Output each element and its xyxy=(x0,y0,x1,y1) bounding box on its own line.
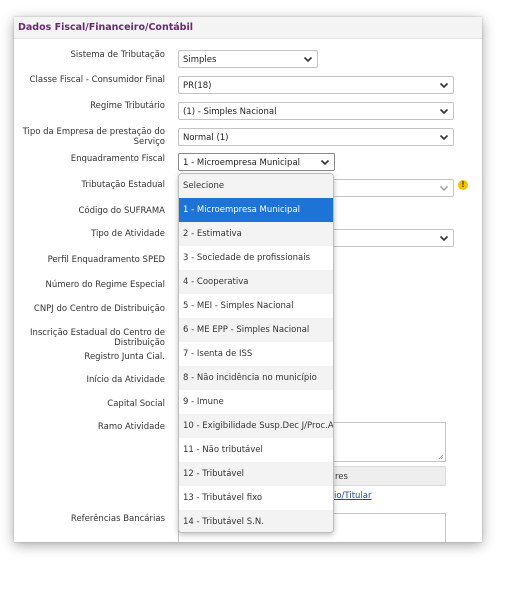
dropdown-option[interactable]: 6 - ME EPP - Simples Nacional xyxy=(179,318,333,342)
label-sistema-tributacao: Sistema de Tributação xyxy=(70,50,165,60)
chevron-down-icon xyxy=(440,186,448,191)
table-header-text: res xyxy=(335,472,348,482)
label-tipo-empresa-line1: Tipo da Empresa de prestação do xyxy=(22,127,165,137)
label-tributacao-estadual: Tributação Estadual xyxy=(81,180,165,190)
regime-tributario-select[interactable]: (1) - Simples Nacional xyxy=(178,102,454,120)
tipo-empresa-value: Normal (1) xyxy=(183,133,229,143)
chevron-down-icon xyxy=(320,159,330,166)
label-cnpj-distribuicao: CNPJ do Centro de Distribuição xyxy=(33,304,165,314)
dropdown-option[interactable]: 7 - Isenta de ISS xyxy=(179,342,333,366)
label-registro-junta: Registro Junta Cial. xyxy=(84,352,165,362)
label-capital-social: Capital Social xyxy=(107,399,165,409)
classe-fiscal-value: PR(18) xyxy=(183,81,212,91)
dropdown-option[interactable]: Selecione xyxy=(179,174,333,198)
dropdown-option[interactable]: 8 - Não incidência no município xyxy=(179,366,333,390)
enquadramento-fiscal-value: 1 - Microempresa Municipal xyxy=(183,158,301,168)
panel-header: Dados Fiscal/Financeiro/Contábil xyxy=(14,17,482,39)
chevron-down-icon xyxy=(439,82,449,89)
enquadramento-fiscal-select[interactable]: 1 - Microempresa Municipal xyxy=(178,153,335,171)
sistema-tributacao-value: Simples xyxy=(183,55,217,65)
chevron-down-icon xyxy=(439,235,449,242)
label-regime-especial: Número do Regime Especial xyxy=(45,280,165,290)
dropdown-option[interactable]: 10 - Exigibilidade Susp.Dec J/Proc.A xyxy=(179,414,333,438)
label-enquadramento-fiscal: Enquadramento Fiscal xyxy=(70,154,165,164)
dropdown-option[interactable]: 14 - Tributável S.N. xyxy=(179,510,333,532)
dropdown-option[interactable]: 12 - Tributável xyxy=(179,462,333,486)
label-tipo-empresa-line2: Serviço xyxy=(133,137,165,147)
dropdown-option[interactable]: 2 - Estimativa xyxy=(179,222,333,246)
label-inicio-atividade: Início da Atividade xyxy=(86,375,165,385)
label-classe-fiscal: Classe Fiscal - Consumidor Final xyxy=(29,75,165,85)
dropdown-option[interactable]: 11 - Não tributável xyxy=(179,438,333,462)
warning-icon[interactable]: ! xyxy=(458,180,468,190)
regime-tributario-value: (1) - Simples Nacional xyxy=(183,107,277,117)
tipo-empresa-select[interactable]: Normal (1) xyxy=(178,128,454,146)
label-ie-distribuicao-line2: Distribuição xyxy=(114,338,165,348)
dropdown-option[interactable]: 4 - Cooperativa xyxy=(179,270,333,294)
label-ramo-atividade: Ramo Atividade xyxy=(97,422,165,432)
chevron-down-icon xyxy=(303,56,313,63)
label-regime-tributario: Regime Tributário xyxy=(90,101,165,111)
section-title: Dados Fiscal/Financeiro/Contábil xyxy=(18,22,193,33)
sistema-tributacao-select[interactable]: Simples xyxy=(178,50,318,68)
label-perfil-sped: Perfil Enquadramento SPED xyxy=(47,255,165,265)
resize-grip-icon[interactable] xyxy=(438,454,444,460)
dropdown-option[interactable]: 9 - Imune xyxy=(179,390,333,414)
chevron-down-icon xyxy=(439,108,449,115)
label-referencias-bancarias: Referências Bancárias xyxy=(70,514,165,524)
dropdown-option[interactable]: 13 - Tributável fixo xyxy=(179,486,333,510)
classe-fiscal-select[interactable]: PR(18) xyxy=(178,76,454,94)
enquadramento-fiscal-options[interactable]: Selecione 1 - Microempresa Municipal 2 - E… xyxy=(178,173,334,533)
label-ie-distribuicao-line1: Inscrição Estadual do Centro de xyxy=(29,328,165,338)
dropdown-option[interactable]: 1 - Microempresa Municipal xyxy=(179,198,333,222)
label-tipo-atividade: Tipo de Atividade xyxy=(91,229,165,239)
titular-link[interactable]: io/Titular xyxy=(334,491,372,501)
dropdown-option[interactable]: 3 - Sociedade de profissionais xyxy=(179,246,333,270)
dropdown-option[interactable]: 5 - MEI - Simples Nacional xyxy=(179,294,333,318)
chevron-down-icon xyxy=(439,134,449,141)
label-codigo-suframa: Código do SUFRAMA xyxy=(78,206,165,216)
